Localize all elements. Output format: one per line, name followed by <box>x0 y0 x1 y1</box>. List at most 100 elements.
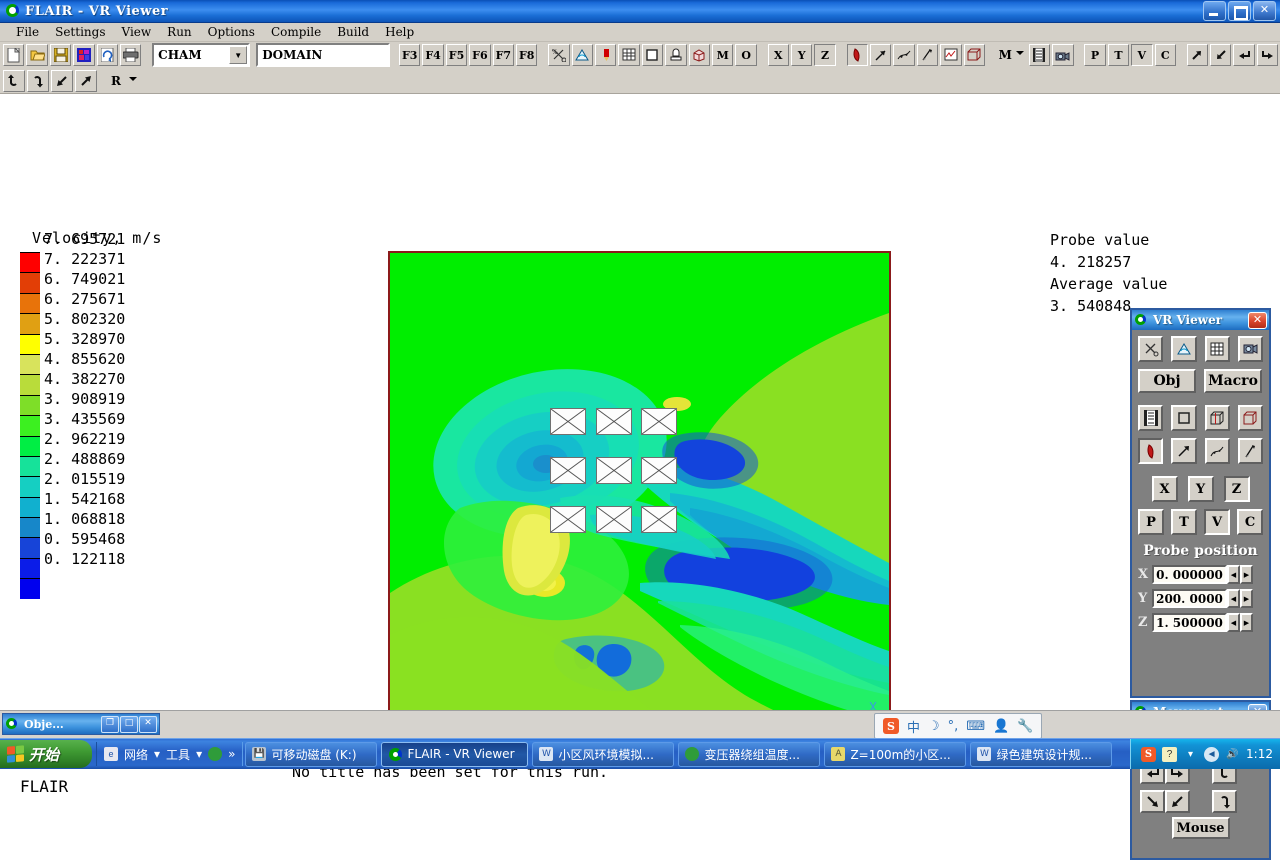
streamline-icon[interactable] <box>1205 438 1230 464</box>
help-icon[interactable]: ? <box>1162 747 1177 762</box>
wrench-icon[interactable]: 🔧 <box>1017 719 1033 734</box>
menu-compile[interactable]: Compile <box>263 24 329 40</box>
refresh-icon[interactable] <box>97 44 118 66</box>
vr-viewer-panel-titlebar[interactable]: VR Viewer ✕ <box>1132 310 1269 330</box>
cube-axes-icon[interactable] <box>1205 405 1230 431</box>
rotate-cw-icon[interactable] <box>1212 790 1237 813</box>
menu-options[interactable]: Options <box>200 24 263 40</box>
mouse-button[interactable]: Mouse <box>1172 817 1230 839</box>
axis-y-button[interactable]: Y <box>791 44 812 66</box>
vr-viewer-panel[interactable]: VR Viewer ✕ <box>1130 308 1271 698</box>
close-button[interactable]: ✕ <box>139 716 157 733</box>
rotate-up-icon[interactable] <box>3 70 25 92</box>
menu-help[interactable]: Help <box>377 24 422 40</box>
domain-textbox[interactable]: DOMAIN <box>256 43 390 67</box>
keyboard-icon[interactable]: ⌨ <box>966 719 985 734</box>
print-icon[interactable] <box>120 44 141 66</box>
fkey-f5[interactable]: F5 <box>446 44 467 66</box>
contour-icon[interactable] <box>1171 336 1196 362</box>
variable-c-button[interactable]: C <box>1237 509 1263 535</box>
arrow-down-left-icon[interactable] <box>1210 44 1231 66</box>
building-block[interactable] <box>641 506 677 533</box>
axis-x-button[interactable]: X <box>768 44 789 66</box>
menu-settings[interactable]: Settings <box>47 24 113 40</box>
new-icon[interactable] <box>3 44 24 66</box>
maximize-button[interactable]: □ <box>120 716 138 733</box>
sogou-icon[interactable]: S <box>883 718 899 734</box>
probe-y-input[interactable]: 200. 0000 <box>1152 589 1227 608</box>
case-name-combo[interactable]: CHAM ▼ <box>152 43 250 67</box>
variable-t-button[interactable]: T <box>1171 509 1197 535</box>
close-button[interactable]: ✕ <box>1253 1 1276 21</box>
quick-launch-network[interactable]: 网络 <box>124 746 148 763</box>
fkey-f8[interactable]: F8 <box>516 44 537 66</box>
menu-view[interactable]: View <box>113 24 159 40</box>
building-block[interactable] <box>596 457 632 484</box>
menu-build[interactable]: Build <box>329 24 377 40</box>
rotate-down-icon[interactable] <box>27 70 49 92</box>
macro-button[interactable]: Macro <box>1204 369 1262 393</box>
building-block[interactable] <box>596 408 632 435</box>
camera-icon[interactable] <box>1052 44 1073 66</box>
palette-icon[interactable] <box>73 44 94 66</box>
probe-z-increment[interactable]: ▶ <box>1240 613 1253 632</box>
arrow-turn-left-icon[interactable] <box>1233 44 1254 66</box>
r-combo[interactable]: R <box>108 71 138 91</box>
probe-x-increment[interactable]: ▶ <box>1240 565 1253 584</box>
probe-x-decrement[interactable]: ◀ <box>1227 565 1240 584</box>
ie-icon[interactable]: e <box>104 747 118 761</box>
axis-z-button[interactable]: Z <box>1224 476 1250 502</box>
chevron-down-icon[interactable] <box>1016 51 1024 55</box>
taskbar-item-removable-disk[interactable]: 💾 可移动磁盘 (K:) <box>245 742 377 767</box>
graph-icon[interactable] <box>940 44 961 66</box>
probe-z-decrement[interactable]: ◀ <box>1227 613 1240 632</box>
vector-icon[interactable] <box>1171 438 1196 464</box>
building-block[interactable] <box>641 457 677 484</box>
film-icon[interactable] <box>1029 44 1050 66</box>
building-block[interactable] <box>550 408 586 435</box>
chevron-down-icon[interactable]: ▼ <box>229 46 247 64</box>
minimize-button[interactable] <box>1203 1 1226 21</box>
start-button[interactable]: 开始 <box>0 740 92 768</box>
show-desktop-icon[interactable]: ◄ <box>1204 747 1219 762</box>
scissors-icon[interactable]: % <box>548 44 569 66</box>
move-up-icon[interactable] <box>1165 790 1190 813</box>
contour-plot[interactable]: X Y Z <box>388 251 891 758</box>
taskbar-item-green-building[interactable]: W 绿色建筑设计规... <box>970 742 1112 767</box>
taskbar-clock[interactable]: 1:12 <box>1246 747 1273 761</box>
probe-x-input[interactable]: 0. 000000 <box>1152 565 1227 584</box>
variable-t-button[interactable]: T <box>1108 44 1129 66</box>
mode-combo[interactable]: M <box>996 45 1025 65</box>
ime-toolbar[interactable]: S 中 ☽ °, ⌨ 👤 🔧 <box>874 713 1042 739</box>
probe-y-increment[interactable]: ▶ <box>1240 589 1253 608</box>
moon-icon[interactable]: ☽ <box>928 719 940 734</box>
variable-c-button[interactable]: C <box>1155 44 1176 66</box>
menu-m-button[interactable]: M <box>712 44 733 66</box>
restore-button[interactable]: ❐ <box>101 716 119 733</box>
close-button[interactable]: ✕ <box>1248 312 1267 329</box>
arrow-up-right-icon[interactable] <box>1187 44 1208 66</box>
building-block[interactable] <box>550 457 586 484</box>
menu-file[interactable]: File <box>8 24 47 40</box>
probe-z-input[interactable]: 1. 500000 <box>1152 613 1227 632</box>
obj-button[interactable]: Obj <box>1138 369 1196 393</box>
fkey-f7[interactable]: F7 <box>493 44 514 66</box>
outline-icon[interactable] <box>642 44 663 66</box>
volume-icon[interactable]: 🔊 <box>1225 747 1240 762</box>
taskbar-item-wind-simulation[interactable]: W 小区风环境模拟... <box>532 742 674 767</box>
probe-icon[interactable] <box>595 44 616 66</box>
solid-icon[interactable] <box>689 44 710 66</box>
fkey-f4[interactable]: F4 <box>422 44 443 66</box>
punctuation-icon[interactable]: °, <box>948 719 959 734</box>
arrow-turn-right-icon[interactable] <box>1257 44 1278 66</box>
chevron-down-icon[interactable]: ▾ <box>196 747 202 761</box>
streamline-icon[interactable] <box>893 44 914 66</box>
grid-icon[interactable] <box>1205 336 1230 362</box>
rotate-ne-icon[interactable] <box>75 70 97 92</box>
chevron-down-icon[interactable]: ▾ <box>154 747 160 761</box>
camera-view-icon[interactable] <box>1238 336 1263 362</box>
chevron-down-icon[interactable] <box>129 77 137 81</box>
save-icon[interactable] <box>50 44 71 66</box>
user-icon[interactable]: 👤 <box>993 719 1009 734</box>
taskbar-item-transformer-temp[interactable]: 变压器绕组温度... <box>678 742 820 767</box>
